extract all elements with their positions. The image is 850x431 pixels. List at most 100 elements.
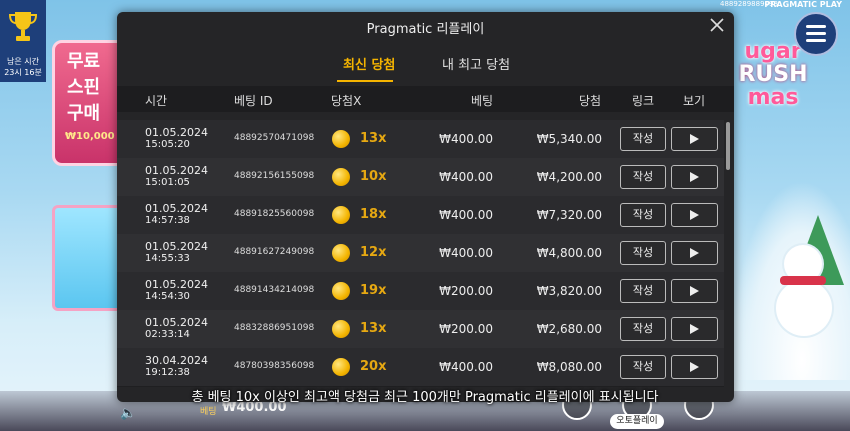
row-bet: ₩400.00 (439, 132, 493, 146)
snowman-scarf (780, 276, 826, 285)
trophy-icon (9, 12, 37, 41)
col-time: 시간 (145, 94, 168, 108)
row-bet-id: 48891825560098 (234, 209, 315, 219)
row-bet-id: 48780398356098 (234, 361, 315, 371)
row-win: ₩2,680.00 (536, 322, 602, 336)
tab-latest-wins[interactable]: 최신 당첨 (343, 54, 395, 73)
table-row: 01.05.2024 14:54:30 48891434214098 19x ₩… (117, 272, 724, 311)
row-date: 01.05.2024 (145, 126, 208, 139)
row-win: ₩4,800.00 (536, 246, 602, 260)
coin-icon (332, 244, 350, 262)
close-icon[interactable] (708, 16, 726, 34)
row-bet: ₩200.00 (439, 322, 493, 336)
play-icon (690, 286, 699, 296)
col-bet: 베팅 (471, 94, 494, 108)
play-icon (690, 248, 699, 258)
play-replay-button[interactable] (671, 355, 718, 379)
table-scrollbar[interactable] (726, 122, 730, 170)
row-bet-id: 48891434214098 (234, 285, 315, 295)
autoplay-button[interactable]: 오토플레이 (610, 414, 664, 429)
col-bet-id: 베팅 ID (234, 94, 273, 108)
create-link-button[interactable]: 작성 (620, 279, 666, 303)
create-link-button[interactable]: 작성 (620, 355, 666, 379)
row-date: 30.04.2024 (145, 354, 208, 367)
play-icon (690, 134, 699, 144)
snowman-body (776, 280, 832, 336)
table-row: 01.05.2024 02:33:14 48832886951098 13x ₩… (117, 310, 724, 349)
table-row: 01.05.2024 14:55:33 48891627249098 12x ₩… (117, 234, 724, 273)
coin-icon (332, 282, 350, 300)
row-date: 01.05.2024 (145, 202, 208, 215)
row-bet: ₩200.00 (439, 284, 493, 298)
play-replay-button[interactable] (671, 241, 718, 265)
col-view: 보기 (683, 94, 706, 108)
col-multiplier: 당첨X (331, 94, 362, 108)
play-icon (690, 324, 699, 334)
row-multiplier: 10x (360, 169, 387, 184)
play-replay-button[interactable] (671, 165, 718, 189)
row-win: ₩8,080.00 (536, 360, 602, 374)
create-link-button[interactable]: 작성 (620, 127, 666, 151)
row-multiplier: 18x (360, 207, 387, 222)
tab-bar: 최신 당첨 내 최고 당첨 (117, 48, 734, 84)
row-bet-id: 48832886951098 (234, 323, 315, 333)
coin-icon (332, 320, 350, 338)
create-link-button[interactable]: 작성 (620, 241, 666, 265)
row-date: 01.05.2024 (145, 240, 208, 253)
logo-line-3: mas (747, 85, 799, 111)
create-link-button[interactable]: 작성 (620, 203, 666, 227)
modal-title: Pragmatic 리플레이 (366, 22, 485, 37)
row-bet: ₩400.00 (439, 208, 493, 222)
coin-icon (332, 130, 350, 148)
play-replay-button[interactable] (671, 317, 718, 341)
row-multiplier: 13x (360, 131, 387, 146)
table-row: 01.05.2024 15:01:05 48892156155098 10x ₩… (117, 158, 724, 197)
play-replay-button[interactable] (671, 279, 718, 303)
row-date: 01.05.2024 (145, 164, 208, 177)
row-bet: ₩400.00 (439, 246, 493, 260)
row-time: 15:05:20 (145, 139, 190, 150)
play-icon (690, 362, 699, 372)
create-link-button[interactable]: 작성 (620, 165, 666, 189)
row-win: ₩5,340.00 (536, 132, 602, 146)
row-bet-id: 48892570471098 (234, 133, 315, 143)
tab-my-best-wins[interactable]: 내 최고 당첨 (442, 54, 510, 73)
replay-modal: Pragmatic 리플레이 최신 당첨 내 최고 당첨 시간 베팅 ID 당첨… (117, 12, 734, 402)
row-multiplier: 12x (360, 245, 387, 260)
row-date: 01.05.2024 (145, 278, 208, 291)
bet-label: 베팅 (200, 407, 217, 417)
row-multiplier: 20x (360, 359, 387, 374)
replay-info-note: 총 베팅 10x 이상인 최고액 당첨금 최근 100개만 Pragmatic … (191, 390, 659, 405)
coin-icon (332, 358, 350, 376)
row-time: 14:54:30 (145, 291, 190, 302)
coin-icon (332, 206, 350, 224)
create-link-button[interactable]: 작성 (620, 317, 666, 341)
row-multiplier: 19x (360, 283, 387, 298)
row-date: 01.05.2024 (145, 316, 208, 329)
coin-icon (332, 168, 350, 186)
logo-line-2: RUSH (738, 62, 808, 88)
table-header: 시간 베팅 ID 당첨X 베팅 당첨 링크 보기 (117, 86, 734, 112)
timer-label: 남은 시간 (7, 57, 39, 66)
table-row: 30.04.2024 19:12:38 48780398356098 20x ₩… (117, 348, 724, 387)
row-bet-id: 48892156155098 (234, 171, 315, 181)
tournament-timer-badge[interactable]: 남은 시간 23시 16분 (0, 0, 46, 82)
table-row: 01.05.2024 14:57:38 48891825560098 18x ₩… (117, 196, 724, 235)
row-time: 14:57:38 (145, 215, 190, 226)
row-bet: ₩400.00 (439, 360, 493, 374)
menu-button[interactable] (794, 12, 838, 56)
row-bet-id: 48891627249098 (234, 247, 315, 257)
play-icon (690, 172, 699, 182)
row-win: ₩3,820.00 (536, 284, 602, 298)
sound-icon[interactable]: 🔈 (120, 406, 136, 421)
row-bet: ₩400.00 (439, 170, 493, 184)
row-win: ₩7,320.00 (536, 208, 602, 222)
active-tab-indicator (337, 80, 393, 82)
row-multiplier: 13x (360, 321, 387, 336)
brand-label: PRAGMATIC PLAY (764, 0, 842, 9)
play-icon (690, 210, 699, 220)
row-time: 15:01:05 (145, 177, 190, 188)
play-replay-button[interactable] (671, 127, 718, 151)
col-win: 당첨 (579, 94, 602, 108)
play-replay-button[interactable] (671, 203, 718, 227)
